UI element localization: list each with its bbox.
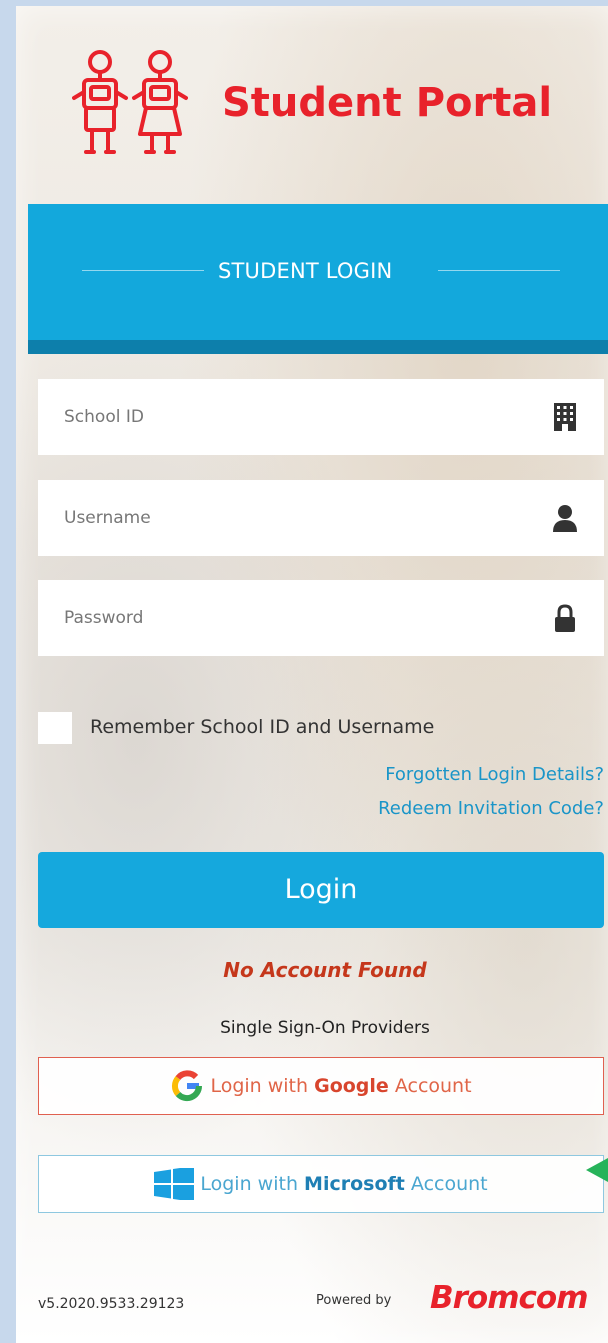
powered-by-label: Powered by (316, 1293, 392, 1308)
password-placeholder: Password (64, 608, 144, 628)
version-label: v5.2020.9533.29123 (38, 1296, 185, 1312)
lock-icon (555, 604, 575, 632)
school-id-field[interactable]: School ID (38, 379, 604, 455)
forgotten-login-link[interactable]: Forgotten Login Details? (385, 764, 604, 785)
bromcom-logo: Bromcom (430, 1280, 588, 1316)
google-login-prefix: Login with (210, 1075, 315, 1097)
windows-icon (154, 1168, 195, 1200)
login-button[interactable]: Login (38, 852, 604, 928)
portal-title: Student Portal (222, 80, 553, 126)
microsoft-login-prefix: Login with (200, 1173, 305, 1195)
banner-title: STUDENT LOGIN (218, 259, 393, 283)
user-icon (553, 505, 577, 532)
building-icon (554, 403, 576, 431)
username-placeholder: Username (64, 508, 151, 528)
google-icon (172, 1070, 203, 1102)
microsoft-login-suffix: Account (404, 1173, 488, 1195)
remember-label: Remember School ID and Username (90, 716, 435, 738)
remember-checkbox[interactable] (38, 712, 72, 744)
banner-divider-right (438, 270, 560, 271)
robot-students-icon (72, 50, 188, 154)
google-login-button[interactable]: Login with Google Account (38, 1057, 604, 1115)
annotation-arrow (586, 1158, 608, 1182)
microsoft-login-button[interactable]: Login with Microsoft Account (38, 1155, 604, 1213)
microsoft-login-provider: Microsoft (304, 1173, 405, 1195)
error-message: No Account Found (223, 958, 427, 982)
sso-heading: Single Sign-On Providers (220, 1018, 430, 1038)
password-field[interactable]: Password (38, 580, 604, 656)
banner-divider-left (82, 270, 204, 271)
school-id-placeholder: School ID (64, 407, 144, 427)
google-login-provider: Google (314, 1075, 389, 1097)
username-field[interactable]: Username (38, 480, 604, 556)
redeem-invitation-link[interactable]: Redeem Invitation Code? (378, 798, 604, 819)
banner-stripe (28, 340, 608, 354)
google-login-suffix: Account (388, 1075, 472, 1097)
